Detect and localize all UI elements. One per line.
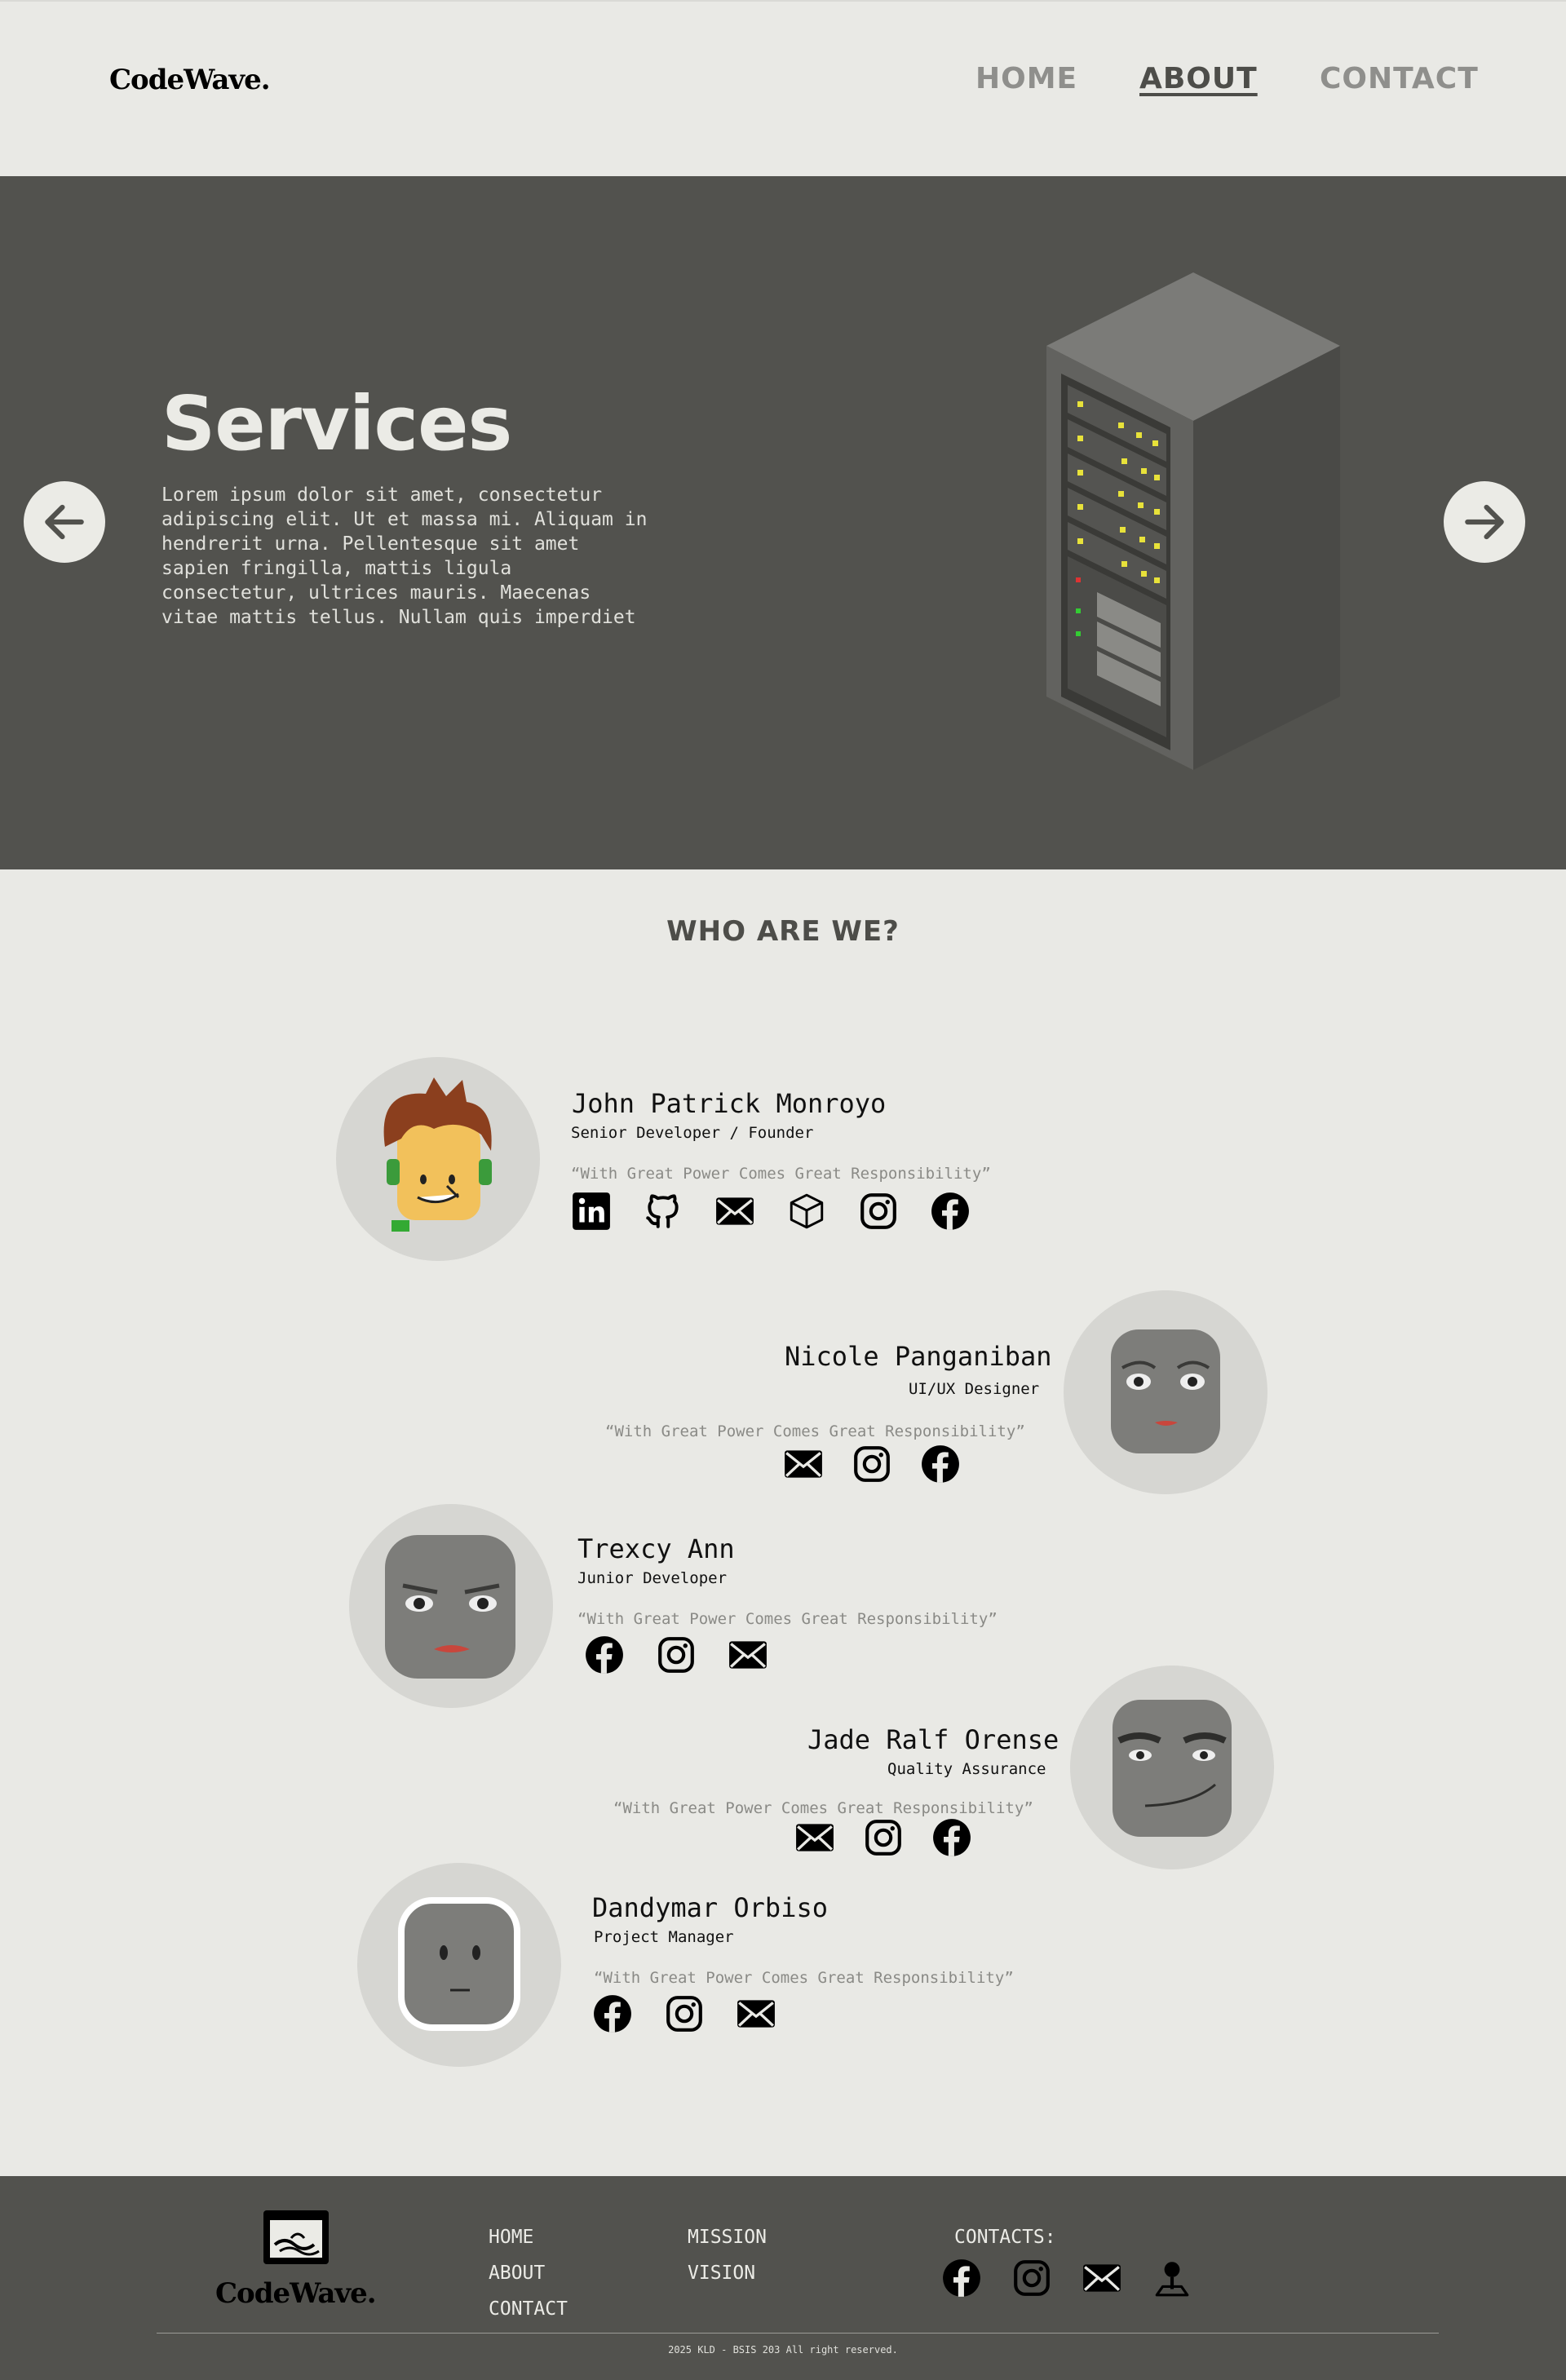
footer-divider	[157, 2333, 1439, 2334]
footer-social-links	[941, 2258, 1192, 2298]
member-quote: “With Great Power Comes Great Responsibi…	[571, 1165, 991, 1183]
member-quote: “With Great Power Comes Great Responsibi…	[594, 1969, 1014, 1987]
avatar-image	[383, 1077, 492, 1232]
nav-about[interactable]: ABOUT	[1139, 62, 1258, 95]
mail-icon[interactable]	[736, 1993, 776, 2034]
member-quote: “With Great Power Comes Great Responsibi…	[613, 1799, 1033, 1817]
instagram-icon[interactable]	[1011, 2258, 1052, 2298]
hero-title: Services	[161, 380, 512, 467]
facebook-icon[interactable]	[930, 1191, 971, 1232]
member-name: Trexcy Ann	[577, 1533, 735, 1564]
avatar-image	[1113, 1700, 1232, 1837]
member-name: Jade Ralf Orense	[807, 1724, 1059, 1755]
avatar	[1070, 1666, 1274, 1869]
member-quote: “With Great Power Comes Great Responsibi…	[577, 1610, 998, 1628]
member-name: Nicole Panganiban	[785, 1341, 1052, 1372]
member-quote: “With Great Power Comes Great Responsibi…	[605, 1422, 1025, 1440]
member-name: Dandymar Orbiso	[592, 1892, 828, 1923]
site-footer: CodeWave. HOME ABOUT CONTACT MISSION VIS…	[0, 2176, 1566, 2380]
avatar	[349, 1504, 553, 1708]
member-role: Senior Developer / Founder	[571, 1124, 814, 1142]
linkedin-icon[interactable]	[571, 1191, 612, 1232]
arrow-left-icon	[39, 497, 90, 547]
footer-logo-text[interactable]: CodeWave.	[215, 2277, 377, 2310]
footer-link-mission[interactable]: MISSION	[688, 2227, 767, 2248]
avatar	[1064, 1290, 1267, 1494]
member-name: John Patrick Monroyo	[572, 1088, 887, 1119]
member-role: Project Manager	[594, 1928, 734, 1946]
member-social-links	[592, 1993, 776, 2034]
member-social-links	[571, 1191, 971, 1232]
avatar-image	[385, 1535, 515, 1679]
avatar	[357, 1863, 561, 2067]
site-header: CodeWave. HOME ABOUT CONTACT	[0, 0, 1566, 176]
section-title: WHO ARE WE?	[666, 915, 900, 948]
footer-contacts-label: CONTACTS:	[954, 2227, 1056, 2248]
site-logo[interactable]: CodeWave.	[109, 64, 271, 96]
hero-description: Lorem ipsum dolor sit amet, consectetur …	[161, 484, 648, 628]
facebook-icon[interactable]	[941, 2258, 982, 2298]
facebook-icon[interactable]	[920, 1444, 961, 1484]
footer-copyright: 2025 KLD - BSIS 203 All right reserved.	[668, 2344, 898, 2356]
instagram-icon[interactable]	[664, 1993, 705, 2034]
mail-icon[interactable]	[783, 1444, 824, 1484]
avatar-image	[1111, 1329, 1220, 1453]
member-role: Quality Assurance	[887, 1760, 1046, 1778]
nav-home[interactable]: HOME	[975, 62, 1077, 95]
footer-link-contact[interactable]: CONTACT	[489, 2298, 568, 2320]
carousel-prev-button[interactable]	[24, 481, 105, 563]
facebook-icon[interactable]	[592, 1993, 633, 2034]
server-rack-illustration	[1046, 272, 1340, 770]
member-role: Junior Developer	[577, 1569, 728, 1587]
instagram-icon[interactable]	[863, 1817, 904, 1858]
mail-icon[interactable]	[714, 1191, 755, 1232]
instagram-icon[interactable]	[656, 1635, 697, 1675]
avatar	[336, 1057, 540, 1261]
instagram-icon[interactable]	[852, 1444, 892, 1484]
instagram-icon[interactable]	[858, 1191, 899, 1232]
arrow-right-icon	[1459, 497, 1510, 547]
avatar-image	[398, 1897, 520, 2031]
map-pin-icon[interactable]	[1152, 2258, 1192, 2298]
facebook-icon[interactable]	[931, 1817, 972, 1858]
facebook-icon[interactable]	[584, 1635, 625, 1675]
member-social-links	[794, 1817, 972, 1858]
member-social-links	[783, 1444, 961, 1484]
mail-icon[interactable]	[794, 1817, 835, 1858]
member-social-links	[584, 1635, 768, 1675]
footer-link-about[interactable]: ABOUT	[489, 2263, 545, 2284]
carousel-next-button[interactable]	[1444, 481, 1525, 563]
footer-link-vision[interactable]: VISION	[688, 2263, 755, 2284]
box-icon[interactable]	[786, 1191, 827, 1232]
github-icon[interactable]	[643, 1191, 683, 1232]
wave-logo-icon[interactable]	[262, 2209, 330, 2267]
member-role: UI/UX Designer	[909, 1380, 1040, 1398]
footer-link-home[interactable]: HOME	[489, 2227, 533, 2248]
nav-contact[interactable]: CONTACT	[1320, 62, 1479, 95]
mail-icon[interactable]	[1082, 2258, 1122, 2298]
mail-icon[interactable]	[728, 1635, 768, 1675]
hero-carousel: Services Lorem ipsum dolor sit amet, con…	[0, 176, 1566, 869]
